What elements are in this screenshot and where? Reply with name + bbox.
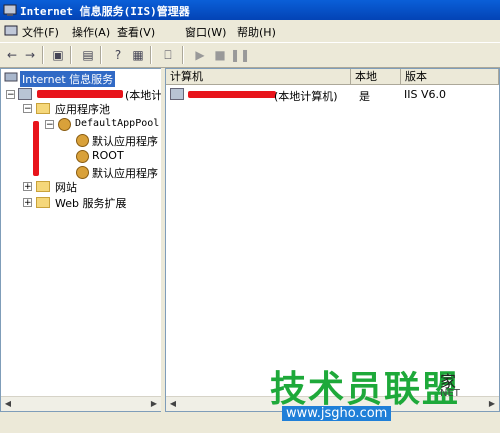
pause-icon[interactable]: ❚❚ (230, 47, 250, 63)
forward-icon[interactable]: → (22, 47, 38, 63)
scroll-right-icon[interactable]: ▶ (148, 398, 160, 410)
play-icon[interactable]: ▶ (192, 47, 208, 63)
computer-row-icon (170, 88, 184, 100)
web-app-icon (76, 150, 89, 163)
properties-icon[interactable]: ▦ (130, 47, 146, 63)
show-hide-tree-icon[interactable]: ▣ (50, 47, 66, 63)
title-bar: Internet 信息服务(IIS)管理器 (0, 0, 500, 20)
tree-node-pool-child[interactable]: 默认应用程序 (92, 133, 158, 149)
help-icon[interactable]: ? (110, 47, 126, 63)
expand-icon[interactable]: + (23, 198, 32, 208)
scroll-left-icon[interactable]: ◀ (2, 398, 14, 410)
column-header-version[interactable]: 版本 (401, 69, 499, 85)
row-version: IIS V6.0 (404, 88, 446, 101)
folder-icon (36, 197, 50, 208)
tree-pane[interactable]: Internet 信息服务 − (本地计 − 应用程序池 − DefaultAp… (0, 68, 162, 412)
column-header-computer[interactable]: 计算机 (166, 69, 351, 85)
tree-node-pool-child[interactable]: ROOT (92, 149, 124, 162)
watermark-url: www.jsgho.com (282, 406, 392, 421)
app-menu-icon[interactable] (4, 24, 18, 38)
folder-icon (36, 103, 50, 114)
app-pool-icon (58, 118, 71, 131)
menu-help[interactable]: 帮助(H) (237, 24, 276, 40)
toolbar: ← → ▣ ▤ ? ▦ ⎕ ▶ ■ ❚❚ (0, 42, 500, 68)
watermark-logo: 技术员联盟 家 NET www.jsgho.com (270, 360, 495, 430)
iis-root-icon (4, 72, 18, 82)
web-app-icon (76, 134, 89, 147)
toolbar-separator (182, 46, 184, 64)
computer-icon[interactable]: ⎕ (160, 47, 176, 63)
scroll-left-icon[interactable]: ◀ (167, 398, 179, 410)
column-header-local[interactable]: 本地 (351, 69, 401, 85)
tree-horizontal-scrollbar[interactable]: ◀ ▶ (1, 396, 161, 411)
menu-bar: 文件(F) 操作(A) 查看(V) 窗口(W) 帮助(H) (0, 20, 500, 42)
menu-file[interactable]: 文件(F) (22, 24, 59, 40)
row-local: 是 (359, 90, 370, 103)
tree-node-computer[interactable]: (本地计 (125, 87, 161, 103)
iis-manager-icon (3, 4, 17, 16)
row-computer[interactable]: (本地计算机) (274, 88, 338, 104)
menu-action[interactable]: 操作(A) (72, 24, 110, 40)
tree-node-iis-root[interactable]: Internet 信息服务 (20, 71, 116, 87)
menu-window[interactable]: 窗口(W) (185, 24, 226, 40)
tree-node-default-app-pool[interactable]: DefaultAppPool (75, 118, 159, 129)
tree-node-web-ext[interactable]: Web 服务扩展 (55, 195, 126, 211)
pane-splitter[interactable] (161, 68, 164, 413)
stop-icon[interactable]: ■ (212, 47, 228, 63)
watermark-net: NET (440, 388, 460, 399)
back-icon[interactable]: ← (4, 47, 20, 63)
web-app-icon (76, 166, 89, 179)
window-title: Internet 信息服务(IIS)管理器 (20, 5, 190, 18)
folder-icon (36, 181, 50, 192)
menu-view[interactable]: 查看(V) (117, 24, 155, 40)
export-list-icon[interactable]: ▤ (80, 47, 96, 63)
toolbar-separator (150, 46, 152, 64)
collapse-icon[interactable]: − (6, 90, 15, 100)
collapse-icon[interactable]: − (23, 104, 32, 114)
tree-node-pool-child[interactable]: 默认应用程序 (92, 165, 158, 181)
collapse-icon[interactable]: − (45, 120, 54, 130)
toolbar-separator (42, 46, 44, 64)
toolbar-separator (70, 46, 72, 64)
computer-node-icon (18, 88, 32, 100)
redaction-mark (33, 121, 39, 176)
tree-node-app-pools[interactable]: 应用程序池 (55, 101, 110, 117)
expand-icon[interactable]: + (23, 182, 32, 192)
tree-node-websites[interactable]: 网站 (55, 179, 77, 195)
redacted-computer-name (188, 91, 276, 98)
watermark-title: 技术员联盟 (270, 369, 461, 410)
redacted-computer-name (37, 90, 123, 98)
toolbar-separator (100, 46, 102, 64)
